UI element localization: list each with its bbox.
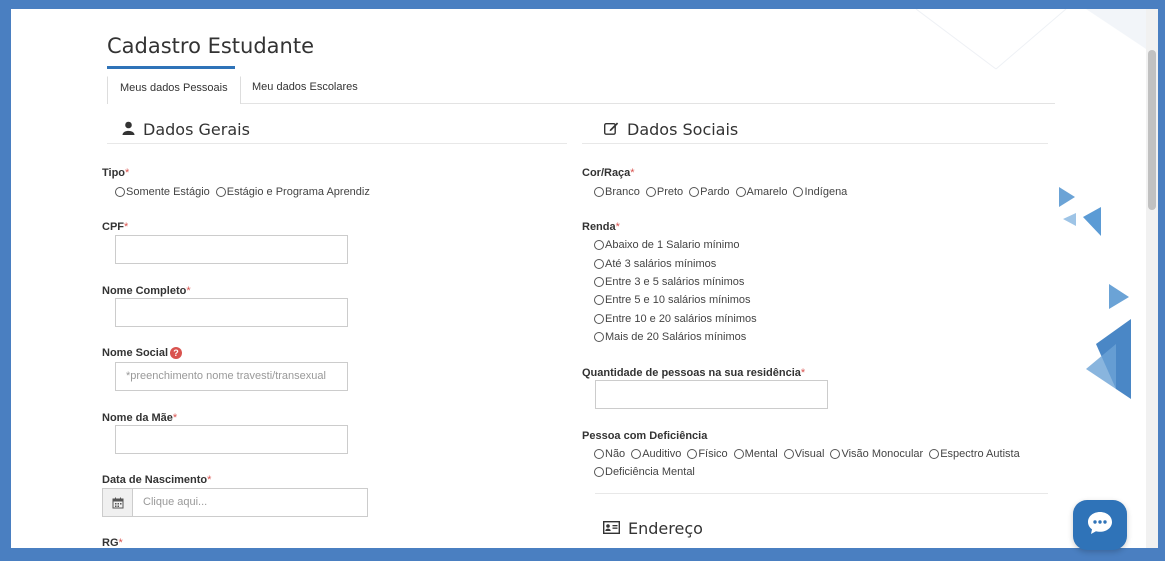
section-dados-sociais: Dados Sociais — [603, 120, 739, 139]
data-nascimento-input[interactable]: Clique aqui... — [133, 489, 367, 516]
radio-button[interactable] — [115, 187, 125, 197]
address-card-icon — [602, 519, 621, 538]
tab-meus-dados-pessoais[interactable]: Meus dados Pessoais — [107, 76, 241, 104]
radio-button[interactable] — [783, 449, 794, 459]
qtd-pessoas-label: Quantidade de pessoas na sua residência* — [582, 367, 806, 379]
data-nascimento-field[interactable]: Clique aqui... — [102, 488, 368, 517]
deficiencia-option-nao[interactable]: Não — [594, 445, 625, 463]
section-endereco-divider-top — [595, 493, 1048, 494]
renda-option[interactable]: Entre 10 e 20 salários mínimos — [594, 310, 757, 328]
renda-label: Renda* — [582, 221, 620, 233]
tipo-radio-group: Somente Estágio Estágio e Programa Apren… — [115, 183, 376, 201]
tipo-option-estagio-aprendiz[interactable]: Estágio e Programa Aprendiz — [215, 183, 370, 201]
renda-option[interactable]: Mais de 20 Salários mínimos — [594, 328, 757, 346]
tipo-label: Tipo* — [102, 167, 130, 179]
cor-option-branco[interactable]: Branco — [594, 183, 640, 201]
section-endereco-title: Endereço — [628, 519, 703, 538]
cpf-input[interactable] — [115, 235, 348, 264]
chat-button[interactable] — [1073, 500, 1127, 550]
radio-button[interactable] — [594, 276, 604, 287]
deficiencia-option-visual[interactable]: Visual — [783, 445, 824, 463]
section-dados-sociais-title: Dados Sociais — [627, 120, 739, 139]
radio-button[interactable] — [594, 240, 604, 251]
scrollbar-thumb[interactable] — [1148, 50, 1156, 210]
radio-button[interactable] — [733, 449, 744, 459]
nome-social-label: Nome Social? — [102, 347, 183, 360]
radio-button[interactable] — [645, 187, 656, 197]
data-nascimento-label: Data de Nascimento* — [102, 474, 212, 486]
radio-button[interactable] — [215, 187, 226, 197]
nome-mae-input[interactable] — [115, 425, 348, 454]
calendar-icon[interactable] — [103, 489, 133, 516]
radio-button[interactable] — [793, 187, 804, 197]
deficiencia-label: Pessoa com Deficiência — [582, 430, 708, 442]
cor-raca-label: Cor/Raça* — [582, 167, 635, 179]
cor-option-pardo[interactable]: Pardo — [689, 183, 730, 201]
renda-option[interactable]: Abaixo de 1 Salario mínimo — [594, 236, 757, 254]
renda-option[interactable]: Até 3 salários mínimos — [594, 254, 757, 272]
cor-option-preto[interactable]: Preto — [645, 183, 683, 201]
user-icon — [122, 120, 135, 139]
cpf-label: CPF* — [102, 221, 129, 233]
section-dados-sociais-divider — [582, 143, 1048, 144]
radio-button[interactable] — [594, 295, 604, 306]
nome-completo-label: Nome Completo* — [102, 285, 191, 297]
help-icon[interactable]: ? — [170, 347, 183, 360]
cor-option-indigena[interactable]: Indígena — [793, 183, 847, 201]
section-dados-gerais: Dados Gerais — [122, 120, 250, 139]
radio-button[interactable] — [735, 187, 746, 197]
radio-button[interactable] — [929, 449, 940, 459]
deficiencia-option-fisico[interactable]: Físico — [687, 445, 728, 463]
renda-radio-group: Abaixo de 1 Salario mínimo Até 3 salário… — [594, 236, 763, 346]
qtd-pessoas-input[interactable] — [595, 380, 828, 409]
nome-mae-label: Nome da Mãe* — [102, 412, 178, 424]
radio-button[interactable] — [594, 187, 604, 197]
deficiencia-radio-group: Não Auditivo Físico Mental Visual Visão … — [582, 445, 1032, 481]
section-dados-gerais-divider — [107, 143, 567, 144]
deficiencia-option-espectro-autista[interactable]: Espectro Autista — [929, 445, 1020, 463]
radio-button[interactable] — [689, 187, 700, 197]
deficiencia-option-deficiencia-mental[interactable]: Deficiência Mental — [594, 463, 695, 481]
radio-button[interactable] — [594, 258, 604, 269]
radio-button[interactable] — [594, 449, 604, 459]
chat-icon — [1086, 510, 1114, 540]
tab-meu-dados-escolares[interactable]: Meu dados Escolares — [240, 76, 370, 104]
cor-raca-radio-group: Branco Preto Pardo Amarelo Indígena — [594, 183, 853, 201]
tipo-option-somente-estagio[interactable]: Somente Estágio — [115, 183, 210, 201]
radio-button[interactable] — [631, 449, 642, 459]
renda-option[interactable]: Entre 3 e 5 salários mínimos — [594, 273, 757, 291]
section-endereco: Endereço — [602, 519, 703, 538]
page-title: Cadastro Estudante — [107, 34, 315, 58]
radio-button[interactable] — [594, 467, 604, 477]
nome-completo-input[interactable] — [115, 298, 348, 327]
radio-button[interactable] — [687, 449, 698, 459]
radio-button[interactable] — [594, 313, 604, 324]
edit-icon — [603, 120, 619, 139]
deficiencia-option-auditivo[interactable]: Auditivo — [631, 445, 681, 463]
nome-social-input[interactable]: *preenchimento nome travesti/transexual — [115, 362, 348, 391]
deficiencia-option-visao-monocular[interactable]: Visão Monocular — [830, 445, 923, 463]
title-underline — [107, 66, 235, 69]
cor-option-amarelo[interactable]: Amarelo — [735, 183, 787, 201]
radio-button[interactable] — [594, 332, 604, 343]
deficiencia-option-mental[interactable]: Mental — [733, 445, 778, 463]
radio-button[interactable] — [830, 449, 841, 459]
section-dados-gerais-title: Dados Gerais — [143, 120, 250, 139]
renda-option[interactable]: Entre 5 e 10 salários mínimos — [594, 291, 757, 309]
rg-label: RG* — [102, 537, 123, 549]
